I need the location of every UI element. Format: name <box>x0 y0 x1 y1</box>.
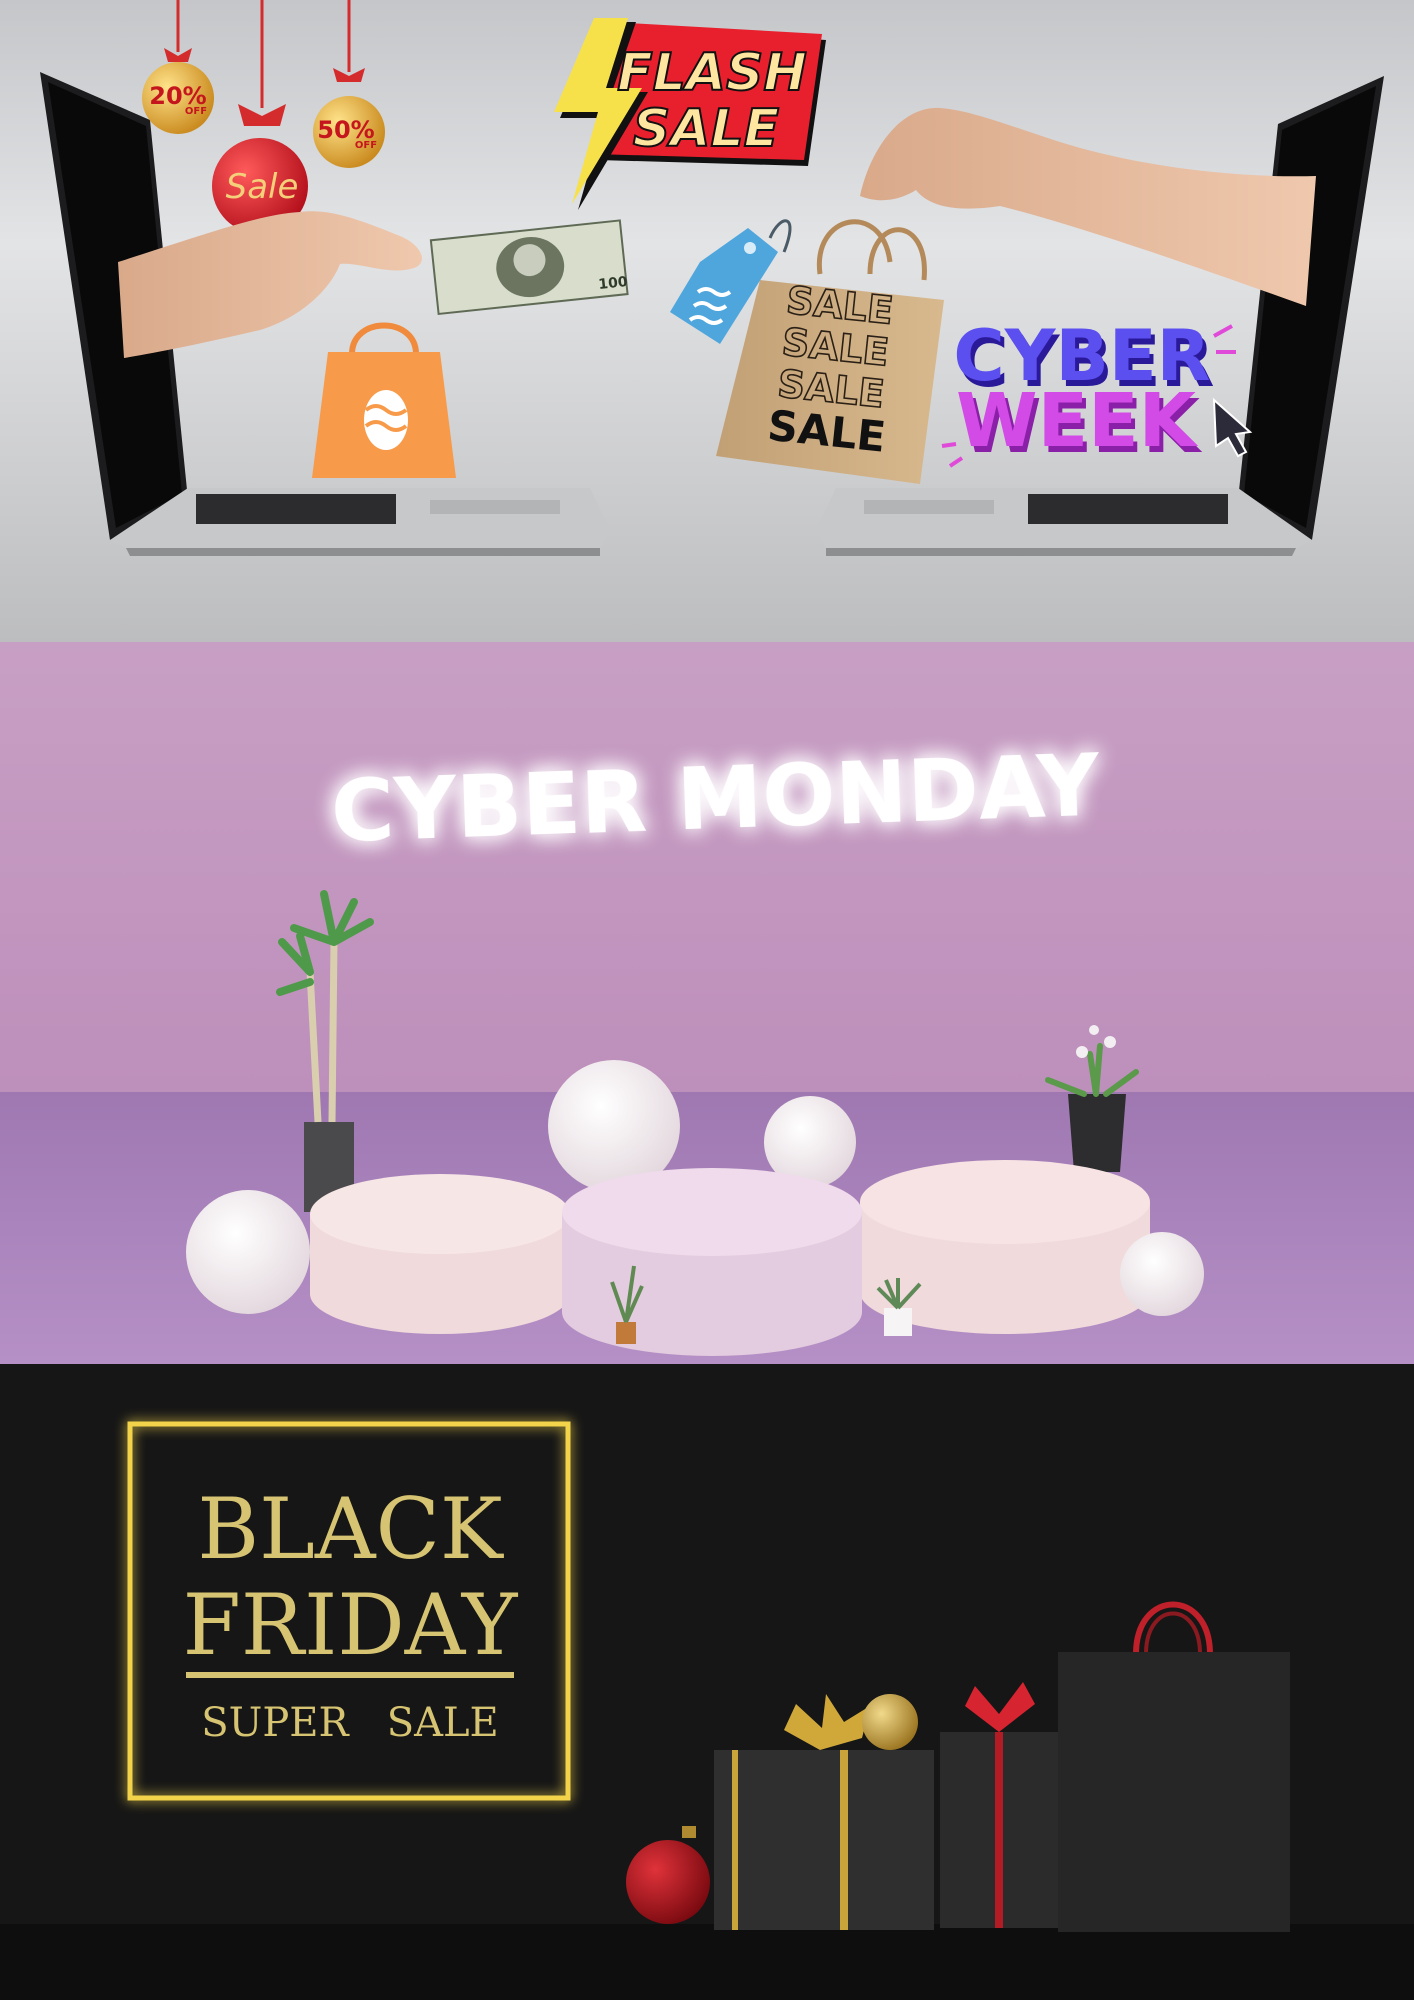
ornament-sale: Sale <box>212 0 308 234</box>
cyber-monday-illustration: CYBER MONDAY <box>0 642 1414 1364</box>
black-friday-title-line2: FRIDAY <box>183 1576 519 1674</box>
black-friday-scene: BLACK FRIDAY SUPER SALE <box>0 1364 1414 2000</box>
svg-text:OFF: OFF <box>355 140 377 151</box>
left-hand-with-money: 100 <box>118 211 629 358</box>
super-sale-subtitle: SUPER SALE <box>201 1700 499 1746</box>
svg-text:WEEK: WEEK <box>956 378 1199 464</box>
cyber-week-badge: CYBER CYBER WEEK WEEK <box>941 315 1253 470</box>
ornament-20: 20% OFF <box>142 0 214 134</box>
svg-text:OFF: OFF <box>185 106 207 117</box>
orange-shopping-bag <box>312 322 456 478</box>
flash-sale-badge: FLASH SALE <box>554 18 826 210</box>
svg-text:SALE: SALE <box>633 99 779 159</box>
black-friday-title-line1: BLACK <box>197 1480 504 1578</box>
online-shopping-scene: 20% OFF Sale 50% OFF FLASH SALE 100 SALE… <box>0 0 1414 642</box>
ornament-50: 50% OFF <box>313 0 385 168</box>
podium-center <box>562 1168 862 1356</box>
black-shopping-bag <box>1058 1601 1290 1932</box>
podium-left <box>310 1174 570 1334</box>
sphere <box>186 1190 310 1314</box>
sphere <box>1120 1232 1204 1316</box>
svg-text:100: 100 <box>598 274 629 293</box>
svg-text:FLASH: FLASH <box>617 43 807 103</box>
divider <box>186 1672 514 1678</box>
podium-right <box>860 1160 1150 1334</box>
right-hand-with-bag <box>860 107 1316 306</box>
online-shopping-illustration: 20% OFF Sale 50% OFF FLASH SALE 100 SALE… <box>40 0 1384 556</box>
black-friday-illustration: BLACK FRIDAY SUPER SALE <box>0 1364 1414 2000</box>
svg-text:Sale: Sale <box>226 167 299 207</box>
cyber-monday-scene: CYBER MONDAY <box>0 642 1414 1364</box>
